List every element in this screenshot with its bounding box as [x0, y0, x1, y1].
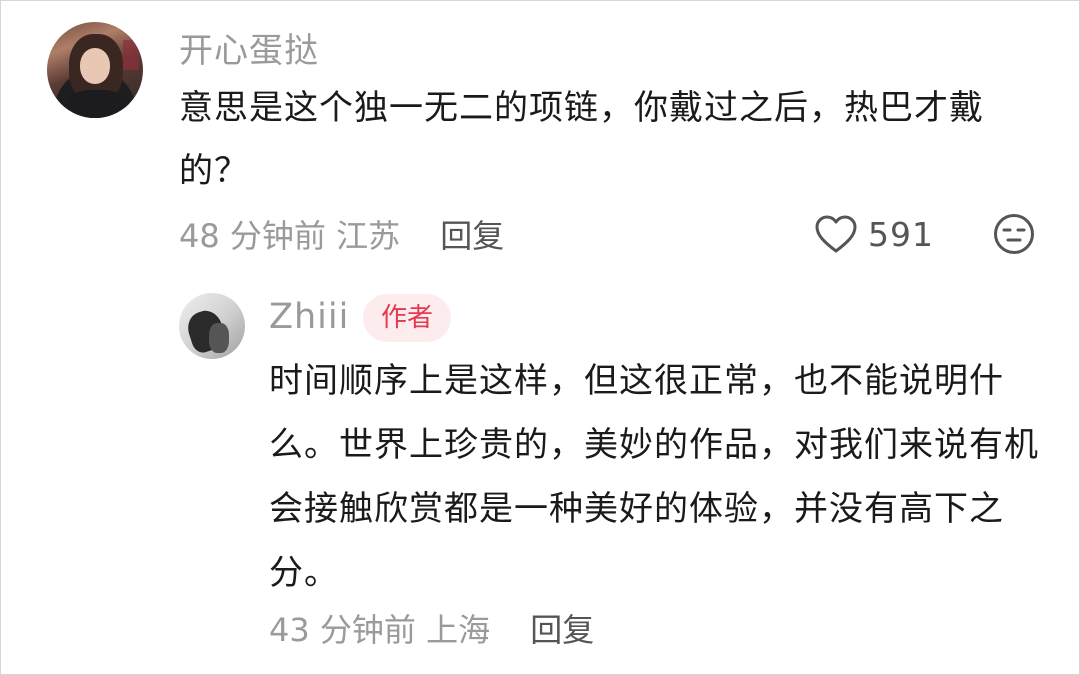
- reply-location: 上海: [426, 611, 491, 649]
- neutral-face-icon[interactable]: [993, 213, 1035, 255]
- avatar[interactable]: [179, 293, 245, 359]
- comment-location: 江苏: [336, 217, 401, 255]
- reply-text: 时间顺序上是这样，但这很正常，也不能说明什么。世界上珍贵的，美妙的作品，对我们来…: [269, 361, 1039, 593]
- like-button[interactable]: 591: [814, 211, 934, 257]
- like-count: 591: [868, 214, 934, 254]
- heart-outline-icon: [815, 215, 857, 253]
- comment-username[interactable]: 开心蛋挞: [179, 23, 319, 72]
- comment-thread: 开心蛋挞 意思是这个独一无二的项链，你戴过之后，热巴才戴的？ 48 分钟前 江苏…: [0, 0, 1080, 675]
- comment-meta: 48 分钟前 江苏 回复: [179, 211, 504, 257]
- reply-time: 43 分钟前: [269, 611, 416, 649]
- comment-text: 意思是这个独一无二的项链，你戴过之后，热巴才戴的？: [179, 88, 984, 191]
- reply-meta: 43 分钟前 上海 回复: [269, 605, 594, 651]
- comment-time: 48 分钟前: [179, 217, 326, 255]
- reply-username[interactable]: Zhiii: [269, 297, 349, 337]
- avatar[interactable]: [47, 22, 143, 118]
- author-badge: 作者: [363, 294, 451, 342]
- reply-button[interactable]: 回复: [440, 217, 504, 255]
- reply-button[interactable]: 回复: [530, 611, 594, 649]
